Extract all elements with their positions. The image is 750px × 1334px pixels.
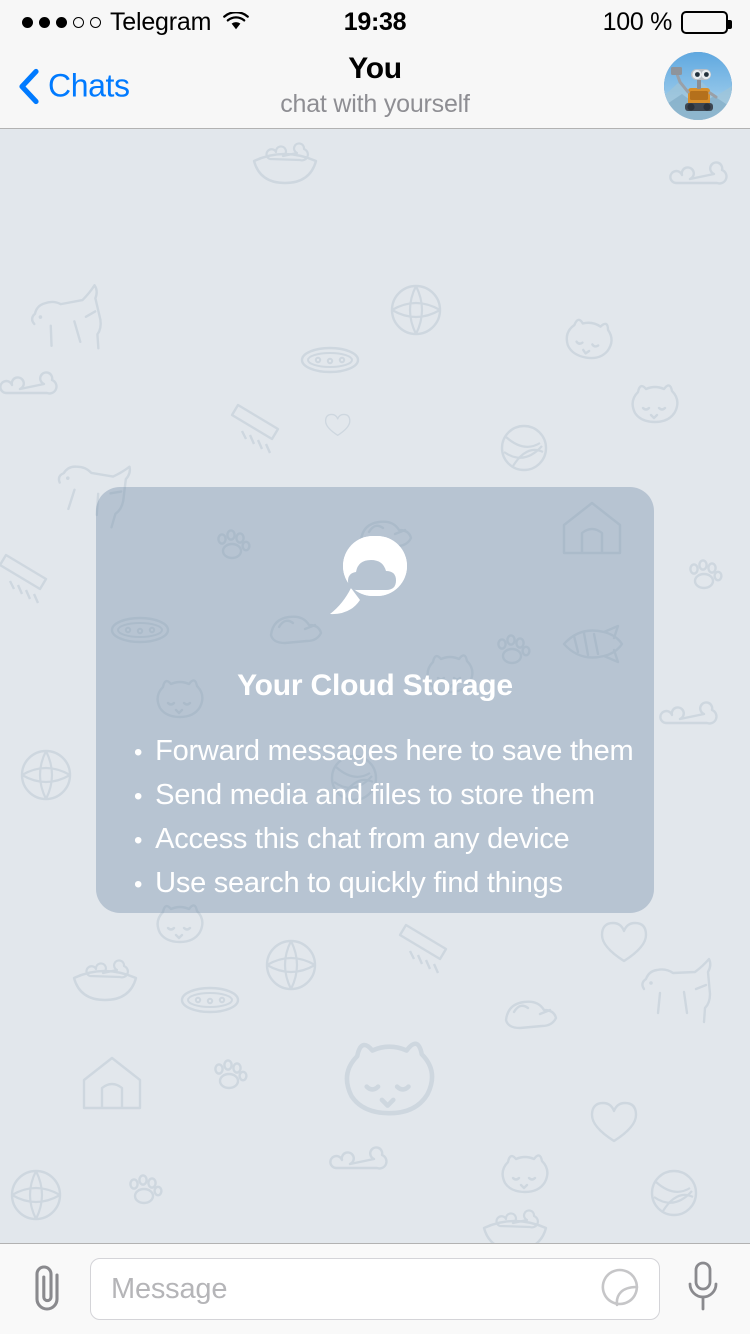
cloud-storage-card: Your Cloud Storage • Forward messages he… xyxy=(96,487,654,913)
list-item-label: Forward messages here to save them xyxy=(155,735,634,767)
telegram-chat-screen: Telegram 19:38 100 % Chats You chat with… xyxy=(0,0,750,1334)
list-item-label: Send media and files to store them xyxy=(155,779,595,812)
list-item: • Send media and files to store them xyxy=(134,773,633,817)
list-item: • Use search to quickly find things xyxy=(134,861,633,905)
status-bar-right: 100 % xyxy=(375,7,732,37)
message-input-bar xyxy=(0,1243,750,1334)
signal-strength-dots xyxy=(22,16,101,28)
carrier-name: Telegram xyxy=(110,7,212,36)
status-bar: Telegram 19:38 100 % xyxy=(0,0,750,44)
bullet-icon: • xyxy=(134,871,143,899)
back-button-label: Chats xyxy=(48,67,130,104)
signal-dot-1 xyxy=(22,16,33,28)
back-button[interactable]: Chats xyxy=(18,68,130,105)
paperclip-icon xyxy=(25,1261,69,1318)
cloud-speech-bubble-icon xyxy=(321,534,429,630)
battery-icon xyxy=(681,10,732,34)
battery-percentage: 100 % xyxy=(602,7,673,36)
message-input[interactable] xyxy=(111,1272,597,1306)
list-item: • Forward messages here to save them xyxy=(134,729,634,773)
voice-record-button[interactable] xyxy=(674,1260,732,1318)
navigation-bar: Chats You chat with yourself xyxy=(0,44,750,129)
bullet-icon: • xyxy=(134,827,143,855)
sticker-button[interactable] xyxy=(597,1266,643,1312)
list-item-label: Use search to quickly find things xyxy=(155,867,563,900)
avatar[interactable] xyxy=(664,52,732,120)
card-feature-list: • Forward messages here to save them • S… xyxy=(96,729,634,905)
message-field[interactable] xyxy=(90,1258,660,1320)
list-item: • Access this chat from any device xyxy=(134,817,633,861)
microphone-icon xyxy=(683,1260,723,1319)
page-subtitle: chat with yourself xyxy=(280,89,470,118)
list-item-label: Access this chat from any device xyxy=(155,823,570,856)
chevron-left-icon xyxy=(18,68,40,104)
signal-dot-2 xyxy=(39,16,50,28)
signal-dot-5 xyxy=(90,16,101,28)
card-title: Your Cloud Storage xyxy=(237,669,513,702)
chat-message-area: Your Cloud Storage • Forward messages he… xyxy=(0,129,750,1243)
signal-dot-3 xyxy=(56,16,67,28)
bullet-icon: • xyxy=(134,783,143,811)
bullet-icon: • xyxy=(134,739,143,766)
status-bar-left: Telegram xyxy=(22,8,375,37)
wifi-icon xyxy=(223,11,250,32)
page-title: You xyxy=(348,52,402,86)
signal-dot-4 xyxy=(73,16,84,28)
attach-button[interactable] xyxy=(18,1260,76,1318)
sticker-icon xyxy=(600,1267,640,1312)
